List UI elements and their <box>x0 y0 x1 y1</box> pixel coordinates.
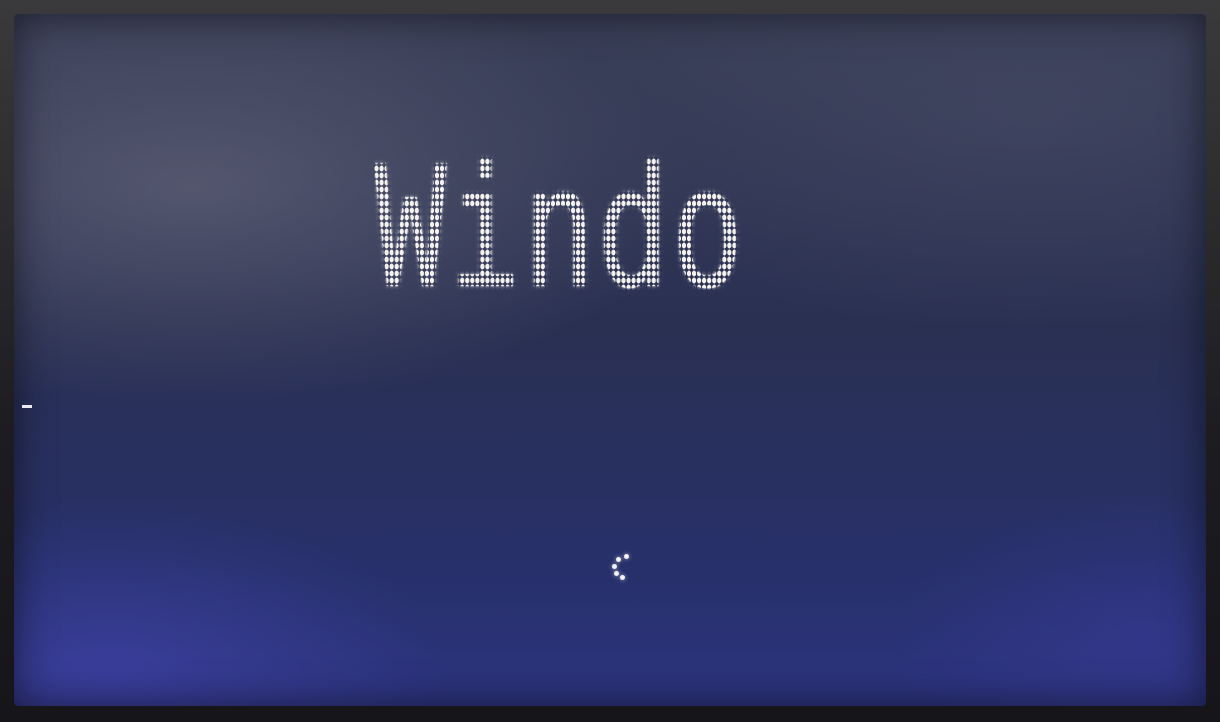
loading-spinner-icon <box>610 554 632 580</box>
text-cursor <box>22 405 32 408</box>
boot-title: Windoge <box>374 130 894 326</box>
monitor-bezel: Windoge <box>0 0 1220 722</box>
boot-screen: Windoge <box>14 14 1206 706</box>
